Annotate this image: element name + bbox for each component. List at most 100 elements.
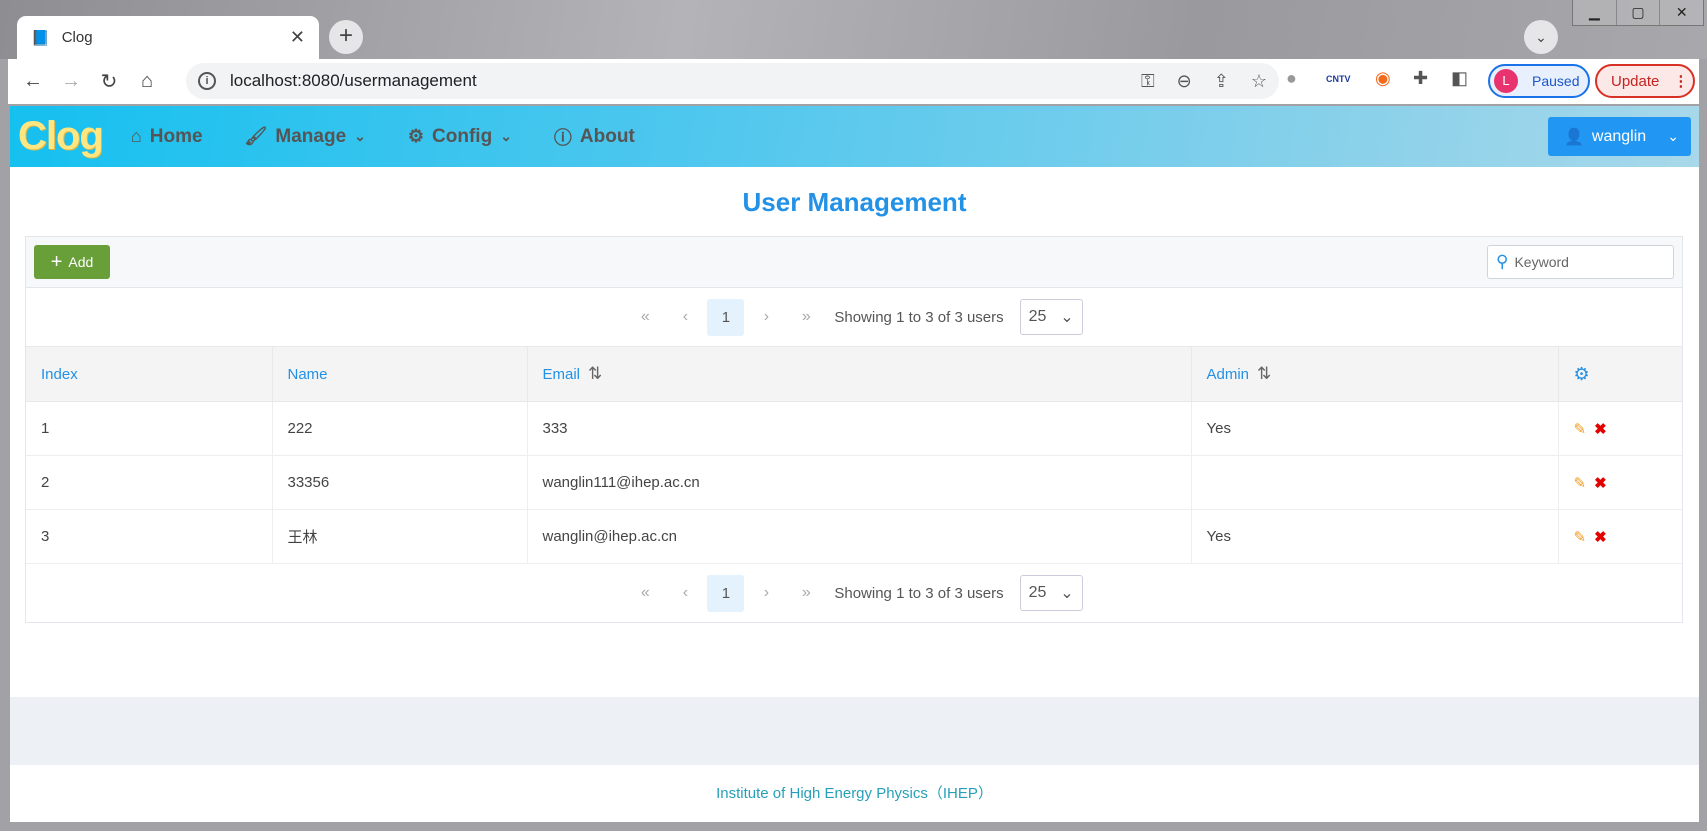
zoom-out-icon[interactable]: ⊖ [1177,71,1192,92]
update-button[interactable]: Update ⋮ [1595,64,1695,98]
delete-icon[interactable]: ✖ [1594,421,1607,438]
cell-index: 1 [26,401,273,456]
gear-icon[interactable]: ⚙ [1574,364,1590,384]
page-size-value: 25 [1028,308,1047,325]
page-1-button[interactable]: 1 [707,574,745,612]
maximize-button[interactable]: ▢ [1615,0,1660,25]
last-page-icon[interactable]: » [786,308,826,326]
users-table: Index Name Email ⇅ Admin ⇅ ⚙ 1 222 333 Yes… [26,346,1682,564]
home-icon[interactable]: ⌂ [128,70,166,93]
forward-icon[interactable]: → [52,70,90,93]
chevron-down-icon: ⌄ [500,128,512,144]
url-host: localhost [230,71,298,90]
chevron-down-icon: ⌄ [1060,309,1074,326]
page-title: User Management [742,187,967,217]
table-header: Index Name Email ⇅ Admin ⇅ ⚙ [26,346,1682,402]
update-label: Update [1611,72,1660,90]
prev-page-icon[interactable]: ‹ [665,584,705,602]
cell-admin [1191,455,1559,510]
column-settings: ⚙ [1558,346,1682,402]
nav-manage[interactable]: 🖌 Manage ⌄ [245,126,366,148]
nav-about[interactable]: ⓘ About [554,124,635,150]
page-size-select[interactable]: 25 ⌄ [1019,299,1083,335]
cell-email: 333 [527,401,1192,456]
first-page-icon[interactable]: « [625,308,665,326]
close-window-button[interactable]: ✕ [1659,0,1703,25]
nav-label: Home [149,125,203,147]
search-placeholder: Keyword [1514,254,1569,270]
address-bar[interactable]: i localhost:8080/usermanagement ⚿ ⊖ ⇪ ☆ [186,63,1279,99]
page-size-select[interactable]: 25 ⌄ [1019,575,1083,611]
column-admin[interactable]: Admin ⇅ [1191,346,1559,402]
column-email[interactable]: Email ⇅ [527,346,1192,402]
nav-config[interactable]: ⚙ Config ⌄ [408,126,512,148]
username: wanglin [1591,127,1647,145]
first-page-icon[interactable]: « [625,584,665,602]
info-icon: ⓘ [553,127,572,148]
profile-status: Paused [1532,73,1580,89]
close-tab-icon[interactable]: ✕ [290,27,305,48]
menu-dots-icon: ⋮ [1673,73,1689,90]
nav-label: About [579,125,635,147]
avatar: L [1494,69,1518,93]
star-icon[interactable]: ☆ [1251,71,1267,92]
cell-name: 33356 [272,455,528,510]
sort-icon[interactable]: ⇅ [1257,364,1271,383]
extension-bubble-icon[interactable]: ● [1286,68,1297,89]
page-size-value: 25 [1028,584,1047,601]
search-icon: ⚲ [1496,252,1509,271]
reload-icon[interactable]: ↻ [90,69,128,94]
chevron-down-icon[interactable]: ⌄ [1667,128,1679,145]
last-page-icon[interactable]: » [786,584,826,602]
table-row: 2 33356 wanglin111@ihep.ac.cn ✎ ✖ [26,455,1682,510]
table-row: 3 王林 wanglin@ihep.ac.cn Yes ✎ ✖ [26,509,1682,564]
pagination-bottom: « ‹ 1 › » Showing 1 to 3 of 3 users 25 ⌄ [26,564,1682,622]
add-button[interactable]: + Add [34,245,110,279]
next-page-icon[interactable]: › [746,308,786,326]
prev-page-icon[interactable]: ‹ [665,308,705,326]
cell-email: wanglin111@ihep.ac.cn [527,455,1192,510]
nav-label: Manage [275,125,347,147]
cell-admin: Yes [1191,509,1559,564]
tab-search-button[interactable]: ⌄ [1524,20,1558,54]
cell-name: 222 [272,401,528,456]
cntv-extension-icon[interactable]: CNTV [1326,74,1351,84]
user-icon: 👤 [1564,128,1584,146]
delete-icon[interactable]: ✖ [1594,475,1607,492]
orange-extension-icon[interactable]: ◉ [1375,68,1391,89]
browser-tab[interactable]: 📘 Clog ✕ [17,16,319,59]
edit-icon[interactable]: ✎ [1574,529,1587,546]
pagination-summary: Showing 1 to 3 of 3 users [834,584,1004,602]
profile-button[interactable]: L Paused [1488,64,1590,98]
back-icon[interactable]: ← [14,70,52,93]
footer: Institute of High Energy Physics（IHEP） [10,765,1699,822]
book-icon: 📘 [31,29,50,47]
header-label: Email [542,366,581,383]
side-panel-icon[interactable]: ◧ [1451,68,1468,89]
puzzle-icon[interactable]: ✚ [1413,68,1428,89]
sort-icon[interactable]: ⇅ [588,364,602,383]
header-label: Name [287,365,328,383]
header-label: Admin [1206,366,1250,383]
edit-icon[interactable]: ✎ [1574,421,1587,438]
new-tab-button[interactable]: + [329,20,363,54]
user-menu-button[interactable]: 👤 wanglin ⌄ [1548,117,1691,156]
edit-icon[interactable]: ✎ [1574,475,1587,492]
key-icon[interactable]: ⚿ [1141,71,1155,92]
logo[interactable]: Clog [18,114,104,159]
tab-title: Clog [61,29,93,46]
delete-icon[interactable]: ✖ [1594,529,1607,546]
panel-toolbar: + Add ⚲ Keyword [26,237,1682,288]
add-label: Add [68,254,94,270]
pagination-summary: Showing 1 to 3 of 3 users [834,308,1004,326]
minimize-button[interactable]: ▁ [1573,0,1616,25]
search-input[interactable]: ⚲ Keyword [1487,245,1674,279]
chevron-down-icon: ⌄ [354,128,366,144]
share-icon[interactable]: ⇪ [1214,71,1229,92]
users-panel: + Add ⚲ Keyword « ‹ 1 › » Showing 1 to 3 … [25,236,1683,623]
nav-home[interactable]: ⌂ Home [131,126,203,148]
page-1-button[interactable]: 1 [707,298,745,336]
column-name: Name [272,346,528,402]
site-info-icon[interactable]: i [198,72,216,90]
next-page-icon[interactable]: › [746,584,786,602]
